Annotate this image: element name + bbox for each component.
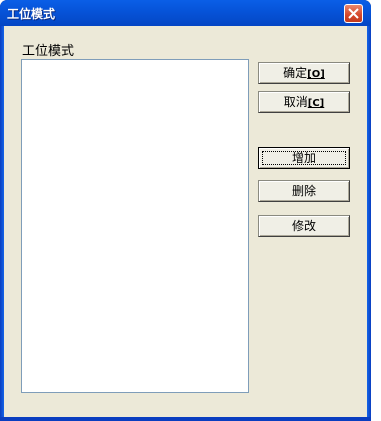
delete-button-label: 删除	[291, 184, 316, 198]
dialog-client-area: 工位模式 确定[O] 取消[C] 增加 删除 修改	[4, 26, 367, 417]
list-label: 工位模式	[22, 44, 75, 59]
dialog-window: 工位模式 工位模式 确定[O] 取消[C] 增加 删除 修改	[0, 0, 371, 421]
modify-button-label: 修改	[291, 219, 316, 233]
close-button[interactable]	[344, 4, 363, 23]
close-icon	[348, 8, 359, 19]
focus-rectangle	[262, 151, 346, 165]
title-bar[interactable]: 工位模式	[0, 0, 371, 26]
ok-button[interactable]: 确定[O]	[258, 62, 350, 84]
window-frame-right	[367, 26, 371, 421]
ok-button-label: 确定	[283, 66, 308, 80]
cancel-button-label: 取消	[283, 95, 308, 109]
cancel-button[interactable]: 取消[C]	[258, 91, 350, 113]
window-title: 工位模式	[7, 7, 56, 21]
add-button[interactable]: 增加	[258, 147, 350, 169]
window-frame-bottom	[0, 417, 371, 421]
delete-button[interactable]: 删除	[258, 180, 350, 202]
cancel-button-shortcut: [C]	[307, 98, 325, 109]
modify-button[interactable]: 修改	[258, 215, 350, 237]
station-mode-listbox[interactable]	[21, 59, 249, 393]
ok-button-shortcut: [O]	[307, 69, 325, 80]
